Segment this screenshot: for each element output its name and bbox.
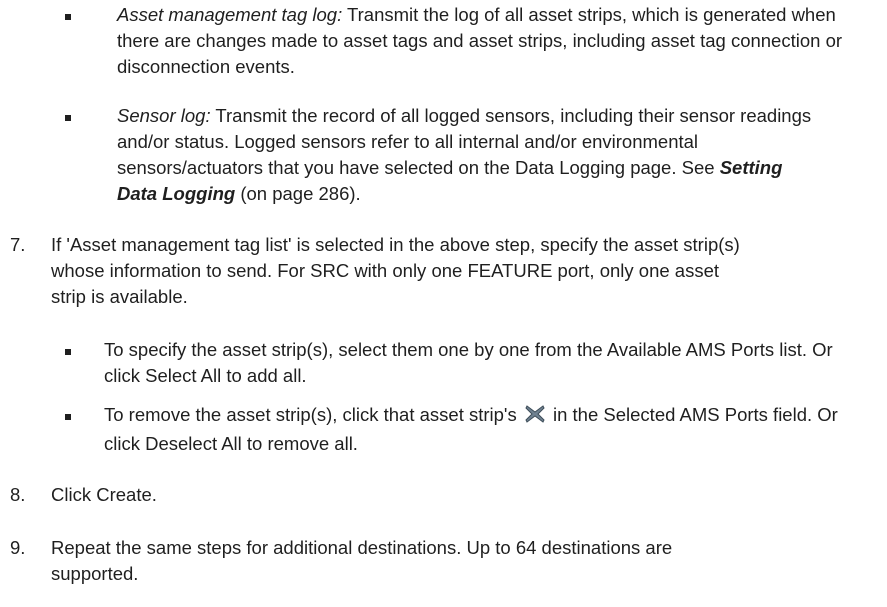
bullet xyxy=(65,414,71,420)
page-reference: (on page 286). xyxy=(240,183,361,204)
step-text: Repeat the same steps for additional des… xyxy=(51,537,673,584)
bullet xyxy=(65,349,71,355)
step-text: If 'Asset management tag list' is select… xyxy=(51,234,740,307)
item-text: To remove the asset strip(s), click that… xyxy=(104,404,517,425)
step-number: 8. xyxy=(10,484,26,505)
step-text: Click Create. xyxy=(51,484,157,505)
step-number: 7. xyxy=(10,234,26,255)
list-item: Sensor log: Transmit the record of all l… xyxy=(117,103,817,207)
close-x-icon xyxy=(524,404,546,431)
list-item: Asset management tag log: Transmit the l… xyxy=(117,2,877,80)
item-text: Transmit the record of all logged sensor… xyxy=(117,105,812,178)
document-page: Asset management tag log: Transmit the l… xyxy=(0,0,887,607)
term-asset-management-tag-log: Asset management tag log: xyxy=(117,4,343,25)
bullet xyxy=(65,14,71,20)
list-item: To remove the asset strip(s), click that… xyxy=(104,402,864,457)
list-item: To specify the asset strip(s), select th… xyxy=(104,339,833,386)
term-sensor-log: Sensor log: xyxy=(117,105,211,126)
step-number: 9. xyxy=(10,537,26,558)
bullet xyxy=(65,115,71,121)
